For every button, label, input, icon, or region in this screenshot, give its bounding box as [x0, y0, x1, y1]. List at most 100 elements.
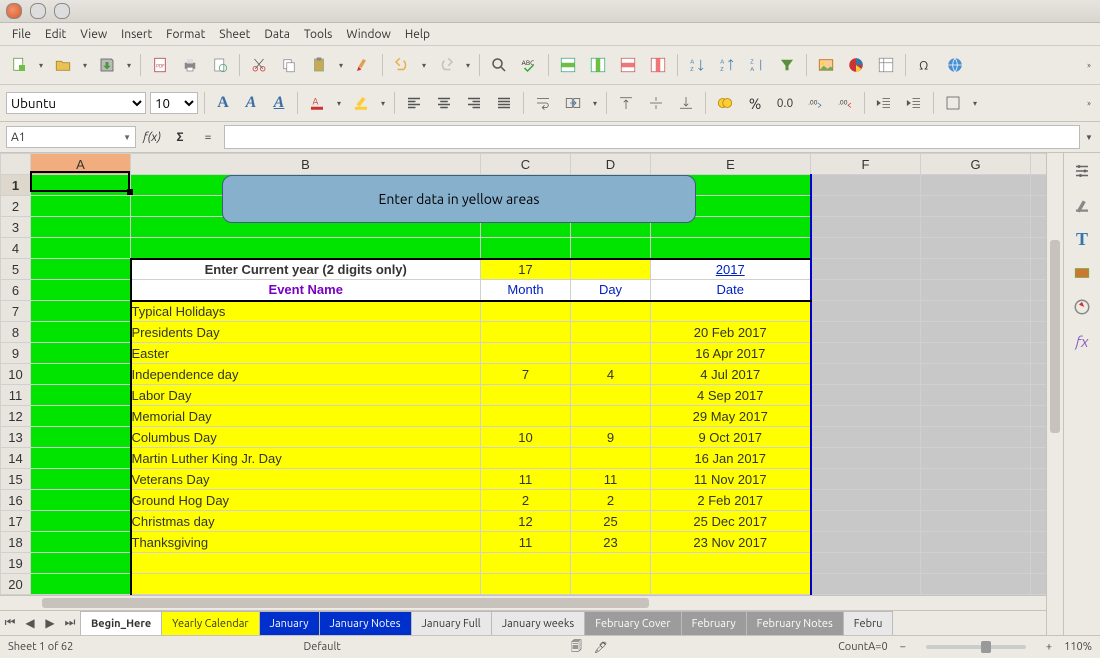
cell-H19[interactable]	[1031, 553, 1047, 574]
align-justify-button[interactable]	[491, 90, 517, 116]
row-header-7[interactable]: 7	[1, 301, 31, 322]
cell-A6[interactable]	[31, 280, 131, 301]
cell-E16[interactable]: 2 Feb 2017	[651, 490, 811, 511]
cell-C7[interactable]	[481, 301, 571, 322]
underline-button[interactable]: A	[267, 91, 291, 115]
cell-B20[interactable]	[131, 574, 481, 595]
cell-F14[interactable]	[811, 448, 921, 469]
tab-last-button[interactable]: ⏭	[61, 614, 79, 632]
cell-D9[interactable]	[571, 343, 651, 364]
cell-E10[interactable]: 4 Jul 2017	[651, 364, 811, 385]
tab-january[interactable]: January	[259, 611, 320, 636]
increase-indent-button[interactable]	[901, 90, 927, 116]
cell-F8[interactable]	[811, 322, 921, 343]
cell-A16[interactable]	[31, 490, 131, 511]
cell-H9[interactable]	[1031, 343, 1047, 364]
pivot-button[interactable]	[873, 52, 899, 78]
tab-january-full[interactable]: January Full	[411, 611, 492, 636]
borders-dropdown[interactable]: ▾	[970, 91, 980, 115]
cell-D13[interactable]: 9	[571, 427, 651, 448]
select-all-cell[interactable]	[1, 154, 31, 175]
cell-D11[interactable]	[571, 385, 651, 406]
cell-D6[interactable]: Day	[571, 280, 651, 301]
cell-G5[interactable]	[921, 259, 1031, 280]
pdf-export-button[interactable]: PDF	[147, 52, 173, 78]
percent-button[interactable]: %	[742, 90, 768, 116]
cell-B19[interactable]	[131, 553, 481, 574]
cell-B13[interactable]: Columbus Day	[131, 427, 481, 448]
cell-C11[interactable]	[481, 385, 571, 406]
horizontal-scrollbar[interactable]	[0, 595, 1046, 610]
cell-E13[interactable]: 9 Oct 2017	[651, 427, 811, 448]
spreadsheet-grid[interactable]: ABCDEFGH12345Enter Current year (2 digit…	[0, 153, 1046, 595]
autofilter-button[interactable]	[774, 52, 800, 78]
cell-A13[interactable]	[31, 427, 131, 448]
cell-A3[interactable]	[31, 217, 131, 238]
cell-C17[interactable]: 12	[481, 511, 571, 532]
highlight-dropdown[interactable]: ▾	[378, 91, 388, 115]
fill-handle[interactable]	[127, 189, 133, 195]
row-header-9[interactable]: 9	[1, 343, 31, 364]
cell-G15[interactable]	[921, 469, 1031, 490]
merge-cells-button[interactable]	[560, 90, 586, 116]
cut-button[interactable]	[246, 52, 272, 78]
cell-F10[interactable]	[811, 364, 921, 385]
hyperlink-button[interactable]	[942, 52, 968, 78]
cell-G1[interactable]	[921, 175, 1031, 196]
tab-january-notes[interactable]: January Notes	[319, 611, 412, 636]
cell-E20[interactable]	[651, 574, 811, 595]
cell-G4[interactable]	[921, 238, 1031, 259]
font-name-select[interactable]: Ubuntu	[6, 92, 146, 114]
cell-F3[interactable]	[811, 217, 921, 238]
cell-B9[interactable]: Easter	[131, 343, 481, 364]
wrap-text-button[interactable]	[530, 90, 556, 116]
undo-dropdown[interactable]: ▾	[419, 53, 429, 77]
remove-decimal-button[interactable]: .00	[832, 90, 858, 116]
paste-dropdown[interactable]: ▾	[336, 53, 346, 77]
cell-H5[interactable]	[1031, 259, 1047, 280]
cell-F2[interactable]	[811, 196, 921, 217]
cell-H16[interactable]	[1031, 490, 1047, 511]
cell-D16[interactable]: 2	[571, 490, 651, 511]
cell-G14[interactable]	[921, 448, 1031, 469]
cell-F19[interactable]	[811, 553, 921, 574]
highlight-button[interactable]	[348, 90, 374, 116]
cell-E18[interactable]: 23 Nov 2017	[651, 532, 811, 553]
cell-A19[interactable]	[31, 553, 131, 574]
cell-B18[interactable]: Thanksgiving	[131, 532, 481, 553]
cell-A20[interactable]	[31, 574, 131, 595]
cell-D20[interactable]	[571, 574, 651, 595]
equals-button[interactable]: =	[196, 126, 220, 148]
row-header-10[interactable]: 10	[1, 364, 31, 385]
row-header-4[interactable]: 4	[1, 238, 31, 259]
vertical-scrollbar[interactable]	[1046, 153, 1063, 635]
row-header-19[interactable]: 19	[1, 553, 31, 574]
cell-F9[interactable]	[811, 343, 921, 364]
cell-C15[interactable]: 11	[481, 469, 571, 490]
cell-H15[interactable]	[1031, 469, 1047, 490]
special-char-button[interactable]: Ω	[912, 52, 938, 78]
cell-B10[interactable]: Independence day	[131, 364, 481, 385]
cell-G19[interactable]	[921, 553, 1031, 574]
align-bottom-button[interactable]	[673, 90, 699, 116]
menu-file[interactable]: File	[6, 26, 37, 43]
cell-D17[interactable]: 25	[571, 511, 651, 532]
format-overflow[interactable]: »	[1084, 91, 1094, 115]
borders-button[interactable]	[940, 90, 966, 116]
row-header-17[interactable]: 17	[1, 511, 31, 532]
row-header-2[interactable]: 2	[1, 196, 31, 217]
window-minimize-button[interactable]	[30, 3, 46, 19]
cell-C8[interactable]	[481, 322, 571, 343]
window-maximize-button[interactable]	[54, 3, 70, 19]
spellcheck-button[interactable]: ABC	[516, 52, 542, 78]
cell-E17[interactable]: 25 Dec 2017	[651, 511, 811, 532]
cell-A18[interactable]	[31, 532, 131, 553]
cell-E15[interactable]: 11 Nov 2017	[651, 469, 811, 490]
cell-G3[interactable]	[921, 217, 1031, 238]
delete-row-button[interactable]	[615, 52, 641, 78]
cell-A5[interactable]	[31, 259, 131, 280]
menu-format[interactable]: Format	[160, 26, 211, 43]
copy-button[interactable]	[276, 52, 302, 78]
row-header-18[interactable]: 18	[1, 532, 31, 553]
bold-button[interactable]: A	[211, 91, 235, 115]
